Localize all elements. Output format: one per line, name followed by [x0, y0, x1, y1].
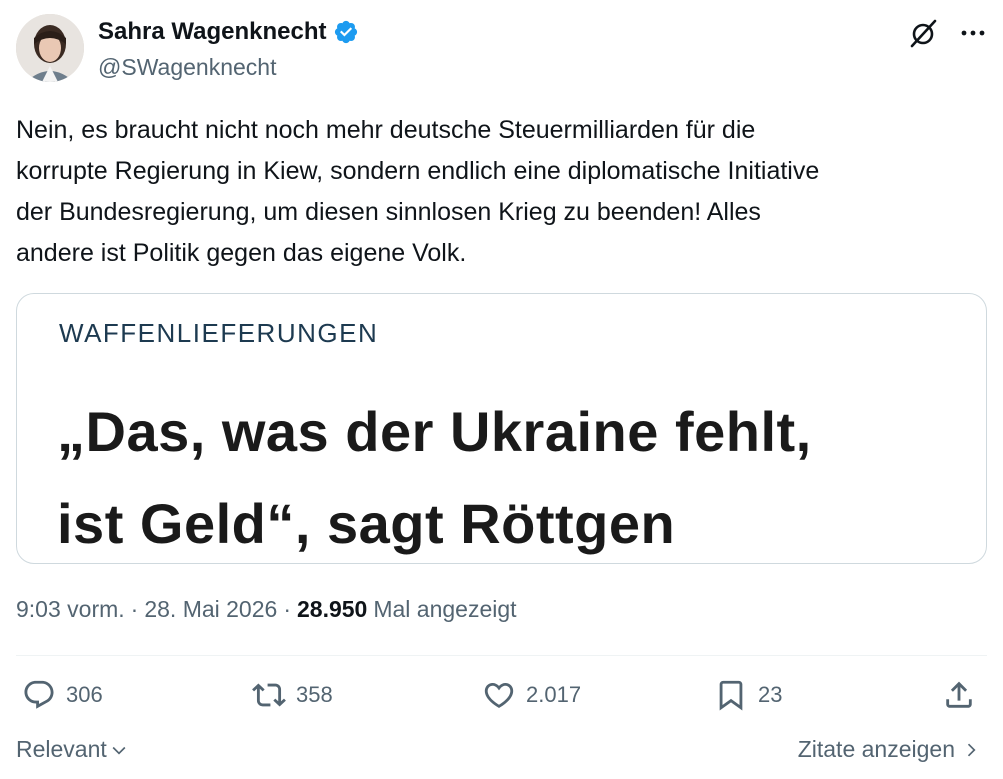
author-name-row[interactable]: Sahra Wagenknecht — [98, 18, 359, 46]
share-button[interactable] — [942, 678, 976, 712]
media-card[interactable]: WAFFENLIEFERUNGEN „Das, was der Ukraine … — [16, 293, 987, 564]
share-icon — [946, 681, 972, 708]
tweet-meta: 9:03 vorm. · 28. Mai 2026 · 28.950 Mal a… — [16, 596, 517, 623]
grok-icon[interactable] — [906, 16, 940, 50]
tweet-date[interactable]: 28. Mai 2026 — [144, 596, 277, 623]
views-label: Mal angezeigt — [373, 596, 517, 622]
more-icon[interactable] — [956, 16, 990, 50]
verified-badge-icon — [334, 20, 357, 44]
reply-count: 306 — [66, 682, 103, 707]
view-quotes-link[interactable]: Zitate anzeigen — [798, 736, 981, 763]
like-button[interactable]: 2.017 — [482, 678, 581, 712]
avatar[interactable] — [16, 14, 84, 82]
retweet-icon — [252, 683, 286, 707]
tweet-text-line: Nein, es braucht nicht noch mehr deutsch… — [16, 116, 756, 144]
meta-separator: · — [130, 596, 139, 622]
reply-button[interactable]: 306 — [22, 678, 103, 712]
meta-separator: · — [283, 596, 291, 622]
avatar-image — [16, 14, 84, 82]
views-count: 28.950 — [296, 596, 368, 622]
tweet-text-line: korrupte Regierung in Kiew, sondern endl… — [16, 157, 820, 185]
bookmark-count: 23 — [758, 682, 783, 707]
tweet-time[interactable]: 9:03 vorm. — [16, 596, 125, 623]
heart-icon — [484, 682, 514, 708]
retweet-button[interactable]: 358 — [252, 678, 333, 712]
sort-label: Relevant — [16, 736, 107, 762]
divider — [16, 655, 987, 656]
card-kicker: WAFFENLIEFERUNGEN — [59, 318, 379, 348]
bookmark-button[interactable]: 23 — [714, 678, 782, 712]
chevron-down-icon — [112, 746, 126, 755]
like-count: 2.017 — [526, 682, 582, 707]
tweet-text-line: andere ist Politik gegen das eigene Volk… — [16, 239, 467, 267]
reply-icon — [24, 680, 54, 709]
card-headline-line: „Das, was der Ukraine fehlt, — [57, 400, 812, 463]
bookmark-icon — [719, 680, 743, 711]
author-name[interactable]: Sahra Wagenknecht — [98, 18, 327, 46]
author-handle[interactable]: @SWagenknecht — [98, 54, 276, 81]
chevron-right-icon — [967, 743, 976, 756]
retweet-count: 358 — [296, 682, 333, 707]
card-headline: „Das, was der Ukraine fehlt, ist Geld“, … — [57, 386, 967, 563]
quotes-label: Zitate anzeigen — [797, 736, 955, 762]
tweet-text-line: der Bundesregierung, um diesen sinnlosen… — [16, 198, 761, 226]
tweet-text: Nein, es braucht nicht noch mehr deutsch… — [16, 110, 991, 274]
card-headline-line: ist Geld“, sagt Röttgen — [57, 492, 676, 555]
sort-dropdown[interactable]: Relevant — [16, 736, 129, 763]
